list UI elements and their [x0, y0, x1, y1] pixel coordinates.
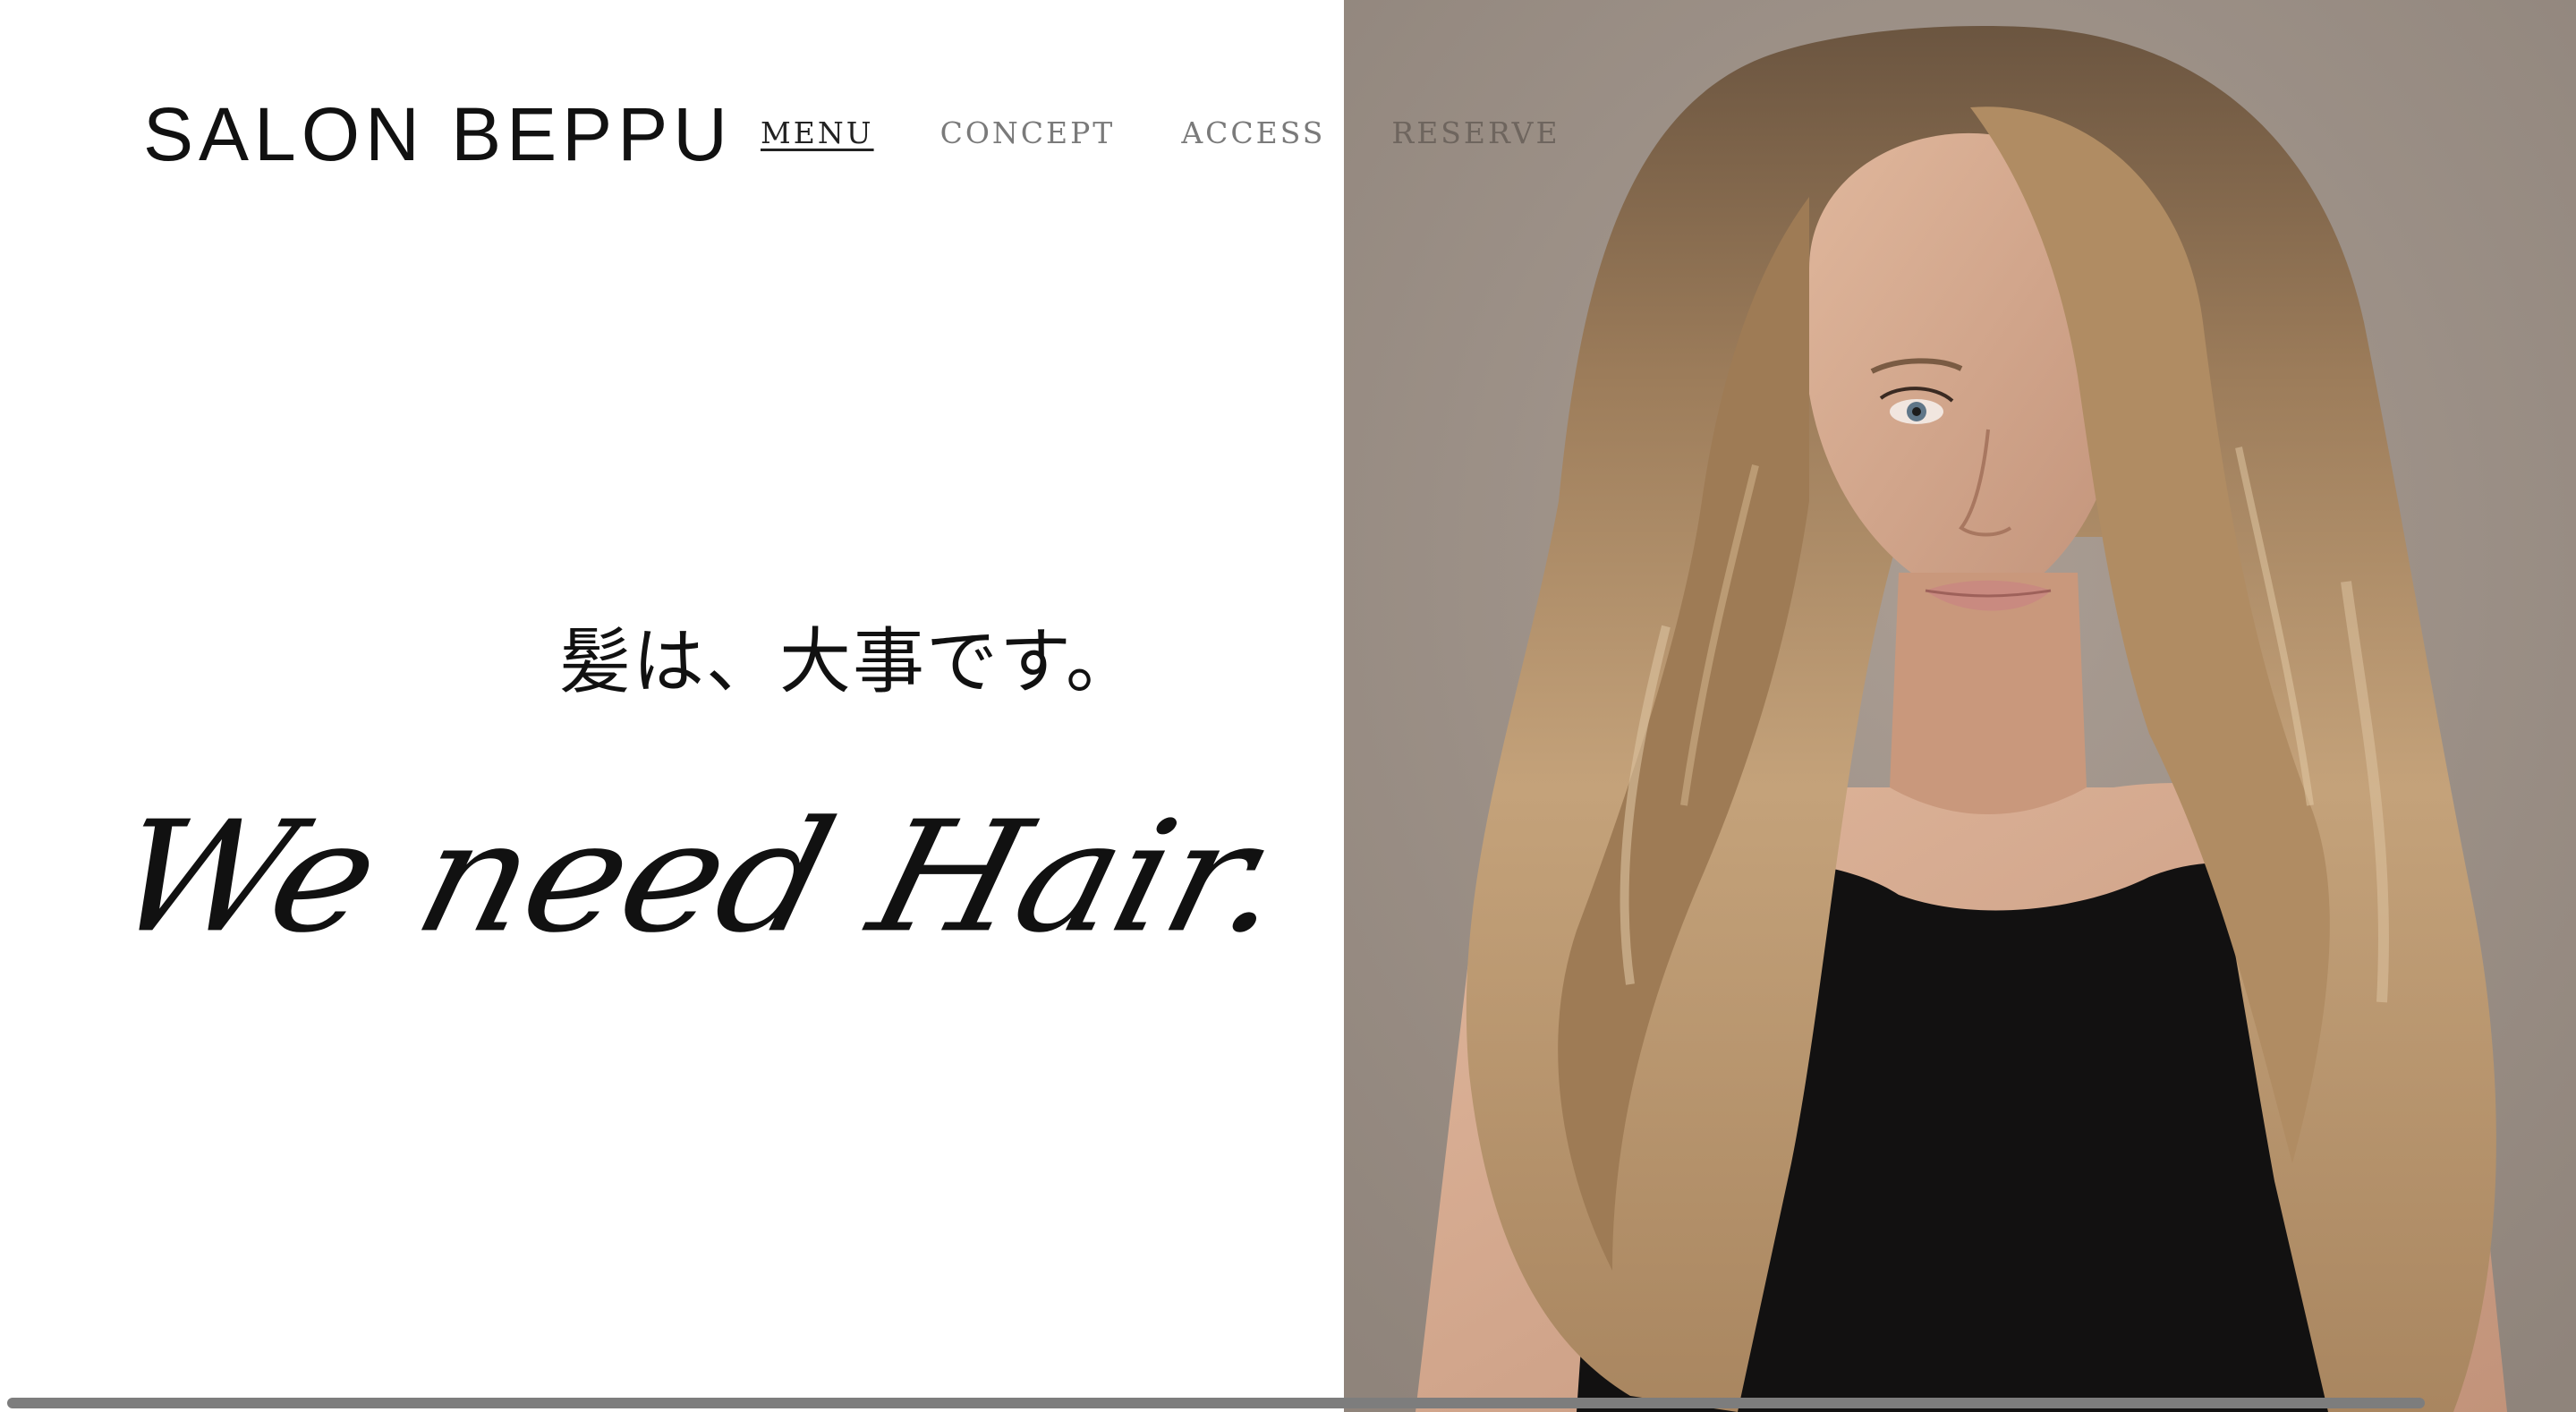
- main-nav: MENU CONCEPT ACCESS RESERVE: [761, 118, 1560, 148]
- nav-item-access[interactable]: ACCESS: [1181, 118, 1325, 148]
- hero-tagline-japanese: 髪は、大事です。: [559, 620, 1139, 703]
- nav-item-concept[interactable]: CONCEPT: [940, 118, 1116, 148]
- hero-photo: [1344, 0, 2576, 1412]
- brand-logo[interactable]: SALON BEPPU: [143, 97, 733, 172]
- model-portrait: [1344, 0, 2576, 1412]
- nav-item-menu[interactable]: MENU: [761, 118, 874, 148]
- horizontal-scrollbar[interactable]: [0, 1394, 2576, 1412]
- page: SALON BEPPU MENU CONCEPT ACCESS RESERVE …: [0, 0, 2576, 1412]
- nav-item-reserve[interactable]: RESERVE: [1391, 118, 1560, 148]
- hero-tagline-english: We need Hair.: [97, 787, 1303, 966]
- scrollbar-thumb[interactable]: [7, 1398, 2425, 1408]
